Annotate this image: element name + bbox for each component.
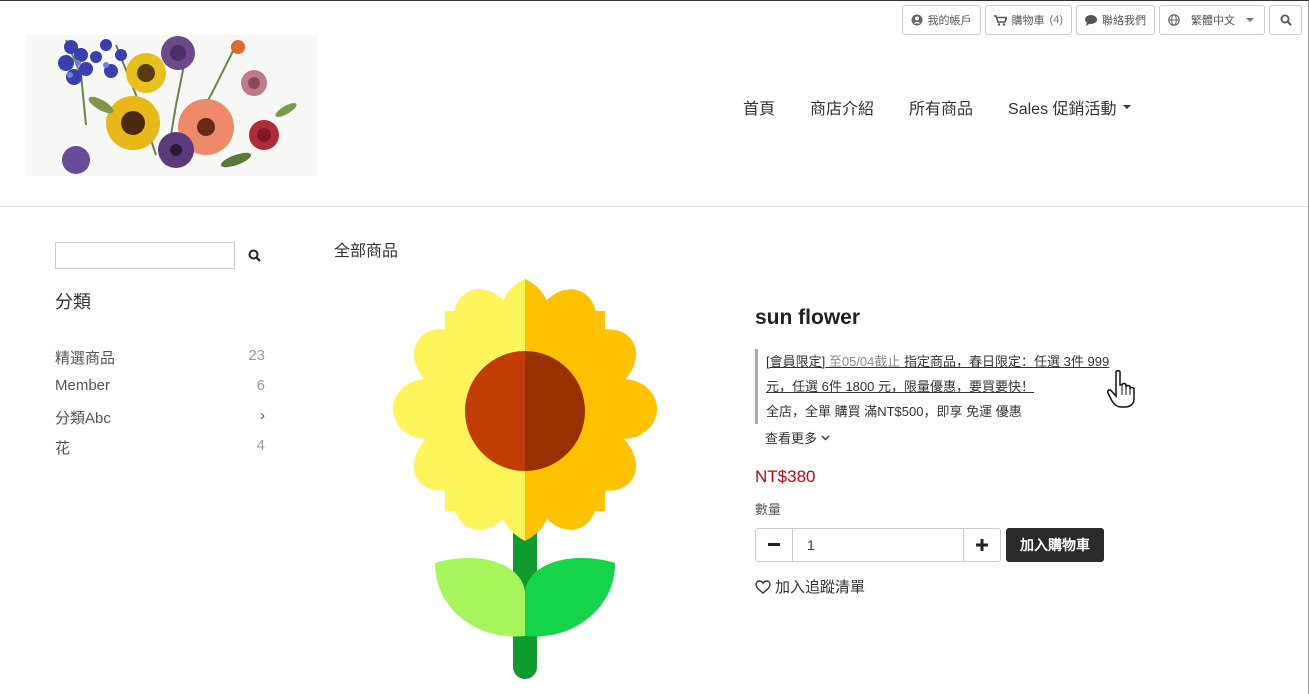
search-icon [248, 249, 261, 262]
user-circle-icon [911, 14, 923, 26]
category-count: 6 [256, 377, 265, 394]
pointer-cursor [1106, 369, 1136, 414]
quantity-label: 數量 [755, 502, 782, 517]
sunflower-image [393, 279, 657, 679]
product-title: sun flower [755, 306, 861, 329]
product-price: NT$380 [755, 467, 816, 486]
category-item[interactable]: Member 6 [55, 377, 265, 407]
chat-bubble-icon [1085, 14, 1097, 26]
product-image[interactable] [385, 271, 665, 686]
flower-bouquet-image [26, 35, 317, 176]
promo-tag: [會員限定] [766, 354, 826, 369]
category-count: 4 [256, 437, 265, 454]
category-item[interactable]: 花 4 [55, 437, 265, 467]
top-search-button[interactable] [1269, 5, 1302, 35]
see-more-label: 查看更多 [765, 431, 818, 446]
contact-us-label: 聯絡我們 [1102, 15, 1146, 27]
top-utility-bar: 我的帳戶 購物車 (4) 聯絡我們 繁體中文 [901, 5, 1302, 35]
decrease-button[interactable] [756, 529, 792, 561]
sidebar-search-button[interactable] [248, 249, 261, 267]
contact-us-button[interactable]: 聯絡我們 [1076, 5, 1155, 35]
cart-count: (4) [1049, 14, 1063, 26]
quantity-stepper: 1 [755, 528, 1001, 562]
minus-icon [768, 543, 780, 546]
cart-button[interactable]: 購物車 (4) [984, 5, 1072, 35]
category-label: Member [55, 377, 111, 394]
my-account-button[interactable]: 我的帳戶 [901, 5, 981, 35]
category-label: 分類Abc [55, 410, 111, 427]
product-details: sun flower [會員限定] 至05/04截止 指定商品，春日限定：任選 … [755, 306, 1145, 597]
heart-icon [755, 579, 771, 594]
chevron-down-icon [821, 435, 830, 440]
chevron-down-icon [1246, 18, 1254, 22]
quantity-input[interactable]: 1 [792, 529, 964, 561]
store-logo[interactable] [26, 35, 317, 176]
promo-description-cont[interactable]: 元，任選 6件 1800 元，限量優惠，要買要快！ [766, 374, 1138, 399]
category-item[interactable]: 精選商品 23 [55, 347, 265, 377]
promotion-link[interactable]: [會員限定] 至05/04截止 指定商品，春日限定：任選 3件 999 [766, 349, 1138, 374]
sidebar-search-input[interactable] [55, 242, 235, 269]
main-nav: 首頁 商店介紹 所有商品 Sales 促銷活動 [743, 95, 1166, 119]
promo-description: 指定商品，春日限定：任選 3件 999 [904, 354, 1110, 369]
header-divider [0, 206, 1308, 207]
nav-sales-label: Sales 促銷活動 [1008, 101, 1117, 118]
wishlist-label: 加入追蹤清單 [775, 579, 866, 596]
plus-icon [976, 539, 988, 551]
hand-pointer-icon [1107, 369, 1135, 408]
breadcrumb[interactable]: 全部商品 [334, 237, 398, 261]
add-to-wishlist-button[interactable]: 加入追蹤清單 [755, 576, 1145, 597]
chevron-right-icon: › [260, 407, 265, 424]
cart-icon [993, 14, 1007, 26]
quantity-row: 1 加入購物車 [755, 528, 1145, 562]
category-list: 精選商品 23 Member 6 分類Abc › 花 4 [55, 347, 265, 467]
language-label: 繁體中文 [1191, 15, 1235, 27]
nav-about[interactable]: 商店介紹 [810, 95, 874, 119]
globe-icon [1168, 14, 1180, 26]
add-to-cart-button[interactable]: 加入購物車 [1006, 528, 1104, 562]
nav-sales-dropdown[interactable]: Sales 促銷活動 [1008, 95, 1131, 119]
nav-home[interactable]: 首頁 [743, 95, 775, 119]
caret-down-icon [1122, 105, 1131, 109]
cart-label: 購物車 [1011, 15, 1045, 27]
category-label: 花 [55, 440, 71, 457]
category-label: 精選商品 [55, 350, 116, 367]
language-select[interactable]: 繁體中文 [1159, 5, 1265, 35]
category-heading: 分類 [55, 292, 91, 312]
search-icon [1280, 14, 1292, 26]
category-count: 23 [248, 347, 265, 364]
category-item[interactable]: 分類Abc › [55, 407, 265, 437]
promotion-box: [會員限定] 至05/04截止 指定商品，春日限定：任選 3件 999 元，任選… [755, 349, 1138, 424]
nav-all-products[interactable]: 所有商品 [909, 95, 973, 119]
promo-deadline: 至05/04截止 [828, 354, 901, 369]
my-account-label: 我的帳戶 [927, 15, 972, 27]
free-shipping-promo: 全店，全單 購買 滿NT$500，即享 免運 優惠 [766, 404, 1022, 419]
see-more-button[interactable]: 查看更多 [765, 428, 1145, 447]
increase-button[interactable] [964, 529, 1000, 561]
